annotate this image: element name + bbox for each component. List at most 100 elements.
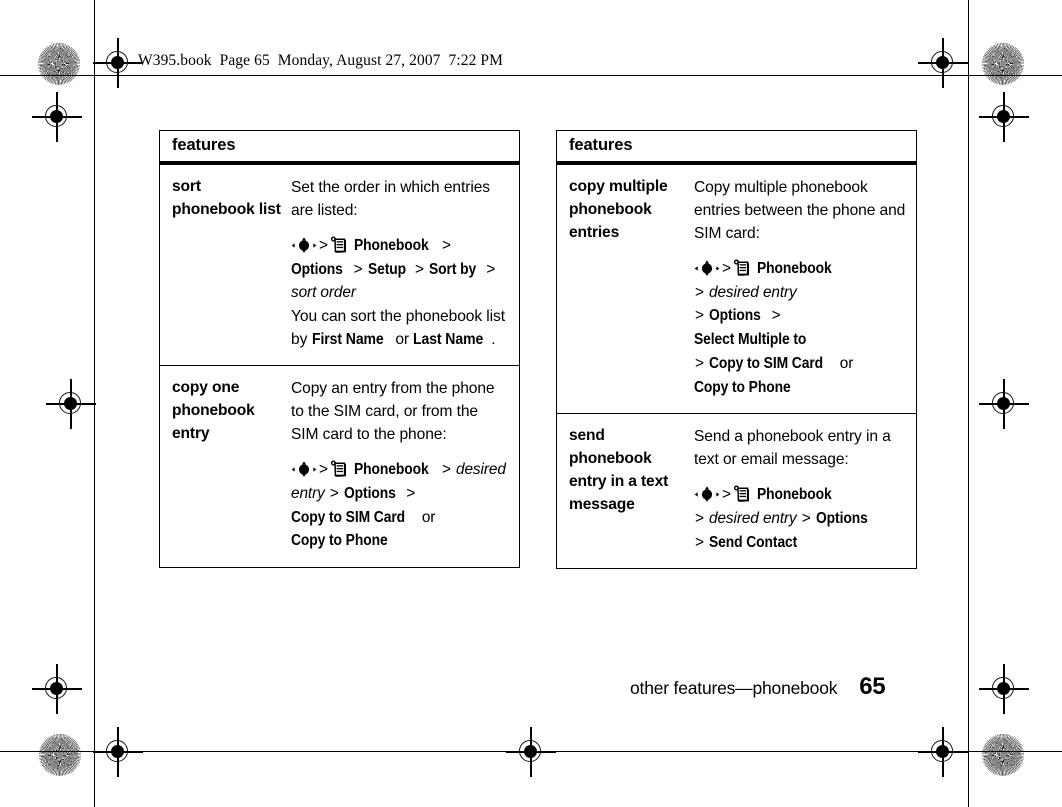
menu-item[interactable]: Phonebook — [757, 483, 832, 507]
feature-term: sort phonebook list — [172, 178, 281, 218]
table-row: sort phonebook list Set the order in whic… — [160, 164, 519, 365]
menu-item[interactable]: Setup — [368, 258, 406, 282]
menu-navigation-path: > Phonebook > desired entry > Options > … — [291, 458, 509, 553]
phonebook-icon — [733, 259, 750, 277]
feature-term: copy multiple phonebook entries — [569, 178, 668, 241]
table-header-features: features — [160, 131, 519, 164]
menu-separator: > — [319, 461, 328, 479]
menu-separator: > — [771, 307, 781, 325]
menu-item[interactable]: Phonebook — [354, 234, 429, 258]
menu-variable: desired entry — [708, 283, 797, 301]
nav-key-icon — [291, 237, 317, 253]
trim-line-top — [0, 75, 1062, 77]
menu-item[interactable]: Copy to Phone — [291, 529, 388, 553]
menu-navigation-path: > Phonebook > desired entry > Options > … — [694, 483, 906, 554]
menu-item[interactable]: Options — [816, 507, 868, 531]
feature-description: Copy an entry from the phone to the SIM … — [291, 366, 519, 567]
menu-item[interactable]: Options — [709, 304, 761, 328]
menu-item[interactable]: Select Multiple to — [694, 328, 806, 352]
description-paragraph: Set the order in which entries are liste… — [291, 179, 490, 219]
crosshair-registration-mark-mid-right — [979, 379, 1029, 429]
menu-item[interactable]: Last Name — [413, 328, 483, 351]
feature-term: send phonebook entry in a text message — [569, 427, 669, 514]
page-footer: other features—phonebook 65 — [630, 673, 886, 701]
crosshair-dot — [64, 397, 77, 410]
menu-separator: > — [353, 260, 363, 278]
crosshair-registration-mark-top-right — [918, 38, 968, 88]
phonebook-icon — [733, 485, 750, 503]
menu-separator: > — [722, 486, 731, 504]
menu-separator: > — [319, 237, 328, 254]
menu-separator: > — [801, 510, 811, 528]
starburst-registration-mark-bottom-right — [982, 734, 1024, 776]
menu-separator: > — [329, 484, 339, 502]
crosshair-registration-mark-upper-right-inner — [979, 92, 1029, 142]
feature-description: Set the order in which entries are liste… — [291, 165, 519, 365]
crosshair-registration-mark-mid-left — [46, 379, 96, 429]
nav-key-icon — [694, 486, 720, 503]
nav-key-icon — [694, 260, 720, 276]
running-head: W395.book Page 65 Monday, August 27, 200… — [138, 52, 503, 69]
table-row: copy multiple phonebook entries Copy mult… — [557, 164, 916, 413]
menu-navigation-path: > Phonebook > Options > Setup > Sort by … — [291, 234, 509, 305]
menu-item[interactable]: Options — [291, 258, 343, 282]
menu-separator: > — [695, 307, 704, 325]
menu-item[interactable]: First Name — [312, 328, 384, 351]
features-table-left: features sort phonebook list Set the order… — [159, 130, 520, 569]
menu-item[interactable]: Options — [344, 482, 396, 506]
menu-variable: desired entry — [708, 510, 797, 528]
starburst-registration-mark-top-left — [38, 43, 80, 85]
menu-separator: > — [406, 484, 416, 502]
starburst-registration-mark-bottom-left — [39, 734, 81, 776]
trim-line-bottom — [0, 751, 1062, 753]
starburst-registration-mark-top-right — [982, 43, 1024, 85]
menu-connector-text: or — [421, 508, 436, 526]
table-row: send phonebook entry in a text message Se… — [557, 413, 916, 568]
menu-separator: > — [695, 354, 704, 372]
table-header-features: features — [557, 131, 916, 164]
crosshair-dot — [50, 110, 63, 123]
description-text: . — [491, 331, 496, 349]
crosshair-registration-mark-top-left — [93, 38, 143, 88]
crosshair-registration-mark-lower-right-inner — [979, 664, 1029, 714]
feature-description: Send a phonebook entry in a text or emai… — [694, 414, 916, 568]
crosshair-registration-mark-upper-left-inner — [32, 92, 82, 142]
phonebook-icon — [330, 236, 347, 254]
crosshair-dot — [997, 682, 1010, 695]
menu-separator: > — [695, 533, 704, 551]
feature-term: copy one phonebook entry — [172, 379, 255, 442]
crosshair-dot — [50, 682, 63, 695]
menu-variable: sort order — [291, 284, 356, 302]
crosshair-dot — [997, 397, 1010, 410]
menu-item[interactable]: Copy to SIM Card — [709, 352, 823, 376]
menu-separator: > — [442, 237, 451, 254]
description-text: or — [391, 331, 414, 349]
menu-separator: > — [414, 260, 424, 278]
menu-item[interactable]: Copy to SIM Card — [291, 506, 405, 530]
menu-separator: > — [442, 461, 451, 479]
table-row: copy one phonebook entry Copy an entry fr… — [160, 365, 519, 567]
phonebook-icon — [330, 460, 347, 478]
menu-item[interactable]: Send Contact — [709, 531, 797, 555]
menu-separator: > — [486, 260, 496, 278]
footer-section-title: other features—phonebook — [630, 678, 838, 698]
description-paragraph: Copy an entry from the phone to the SIM … — [291, 380, 495, 444]
crosshair-registration-mark-lower-left-inner — [32, 664, 82, 714]
description-paragraph: Copy multiple phonebook entries between … — [694, 179, 906, 242]
menu-item[interactable]: Copy to Phone — [694, 376, 791, 400]
menu-item[interactable]: Phonebook — [757, 257, 832, 281]
menu-separator: > — [695, 283, 704, 301]
trim-line-left — [94, 0, 96, 807]
feature-description: Copy multiple phonebook entries between … — [694, 165, 916, 413]
menu-separator: > — [695, 510, 704, 528]
crosshair-dot — [936, 56, 949, 69]
description-paragraph: You can sort the phonebook list by First… — [291, 305, 509, 351]
page-number: 65 — [859, 673, 886, 700]
crosshair-dot — [997, 110, 1010, 123]
menu-separator: > — [722, 260, 731, 277]
menu-item[interactable]: Phonebook — [354, 458, 429, 482]
menu-connector-text: or — [839, 354, 854, 372]
trim-line-right — [968, 0, 970, 807]
menu-item[interactable]: Sort by — [429, 258, 476, 282]
description-paragraph: Send a phonebook entry in a text or emai… — [694, 428, 891, 469]
